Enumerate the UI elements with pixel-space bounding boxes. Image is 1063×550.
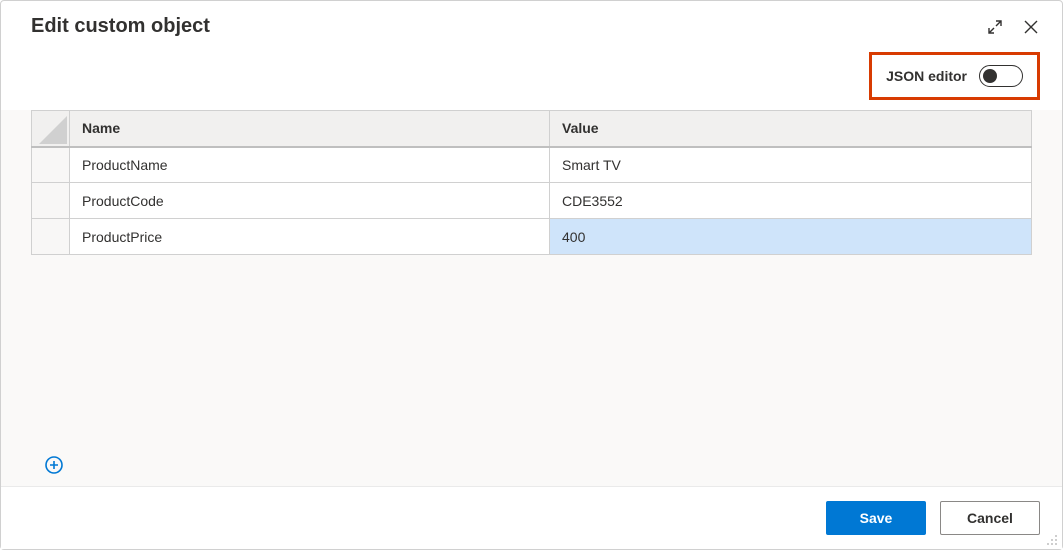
dialog-body: Name Value ProductName Smart TV ProductC… [1,110,1062,486]
dialog-header: Edit custom object [1,1,1062,44]
add-row-icon[interactable] [43,454,65,476]
close-icon[interactable] [1022,18,1040,36]
cancel-button[interactable]: Cancel [940,501,1040,535]
cell-name[interactable]: ProductName [70,147,550,183]
column-header-value[interactable]: Value [550,111,1032,147]
table-row: ProductPrice 400 [32,219,1032,255]
table-select-all-corner[interactable] [32,111,70,147]
json-editor-row: JSON editor [1,44,1062,110]
table-row: ProductName Smart TV [32,147,1032,183]
json-editor-highlight: JSON editor [869,52,1040,100]
cell-value[interactable]: Smart TV [550,147,1032,183]
cell-name[interactable]: ProductCode [70,183,550,219]
row-handle[interactable] [32,147,70,183]
column-header-name[interactable]: Name [70,111,550,147]
json-editor-toggle[interactable] [979,65,1023,87]
dialog-title: Edit custom object [31,15,210,38]
dialog-footer: Save Cancel [1,486,1062,549]
corner-triangle-icon [39,116,67,144]
header-icon-group [986,18,1040,36]
expand-icon[interactable] [986,18,1004,36]
edit-custom-object-dialog: Edit custom object JSON editor [0,0,1063,550]
row-handle[interactable] [32,183,70,219]
row-handle[interactable] [32,219,70,255]
table-row: ProductCode CDE3552 [32,183,1032,219]
properties-table: Name Value ProductName Smart TV ProductC… [31,110,1032,255]
cell-name[interactable]: ProductPrice [70,219,550,255]
cell-value[interactable]: CDE3552 [550,183,1032,219]
toggle-knob [983,69,997,83]
json-editor-label: JSON editor [886,68,967,84]
cell-value[interactable]: 400 [550,219,1032,255]
resize-grip-icon[interactable] [1044,532,1058,546]
save-button[interactable]: Save [826,501,926,535]
